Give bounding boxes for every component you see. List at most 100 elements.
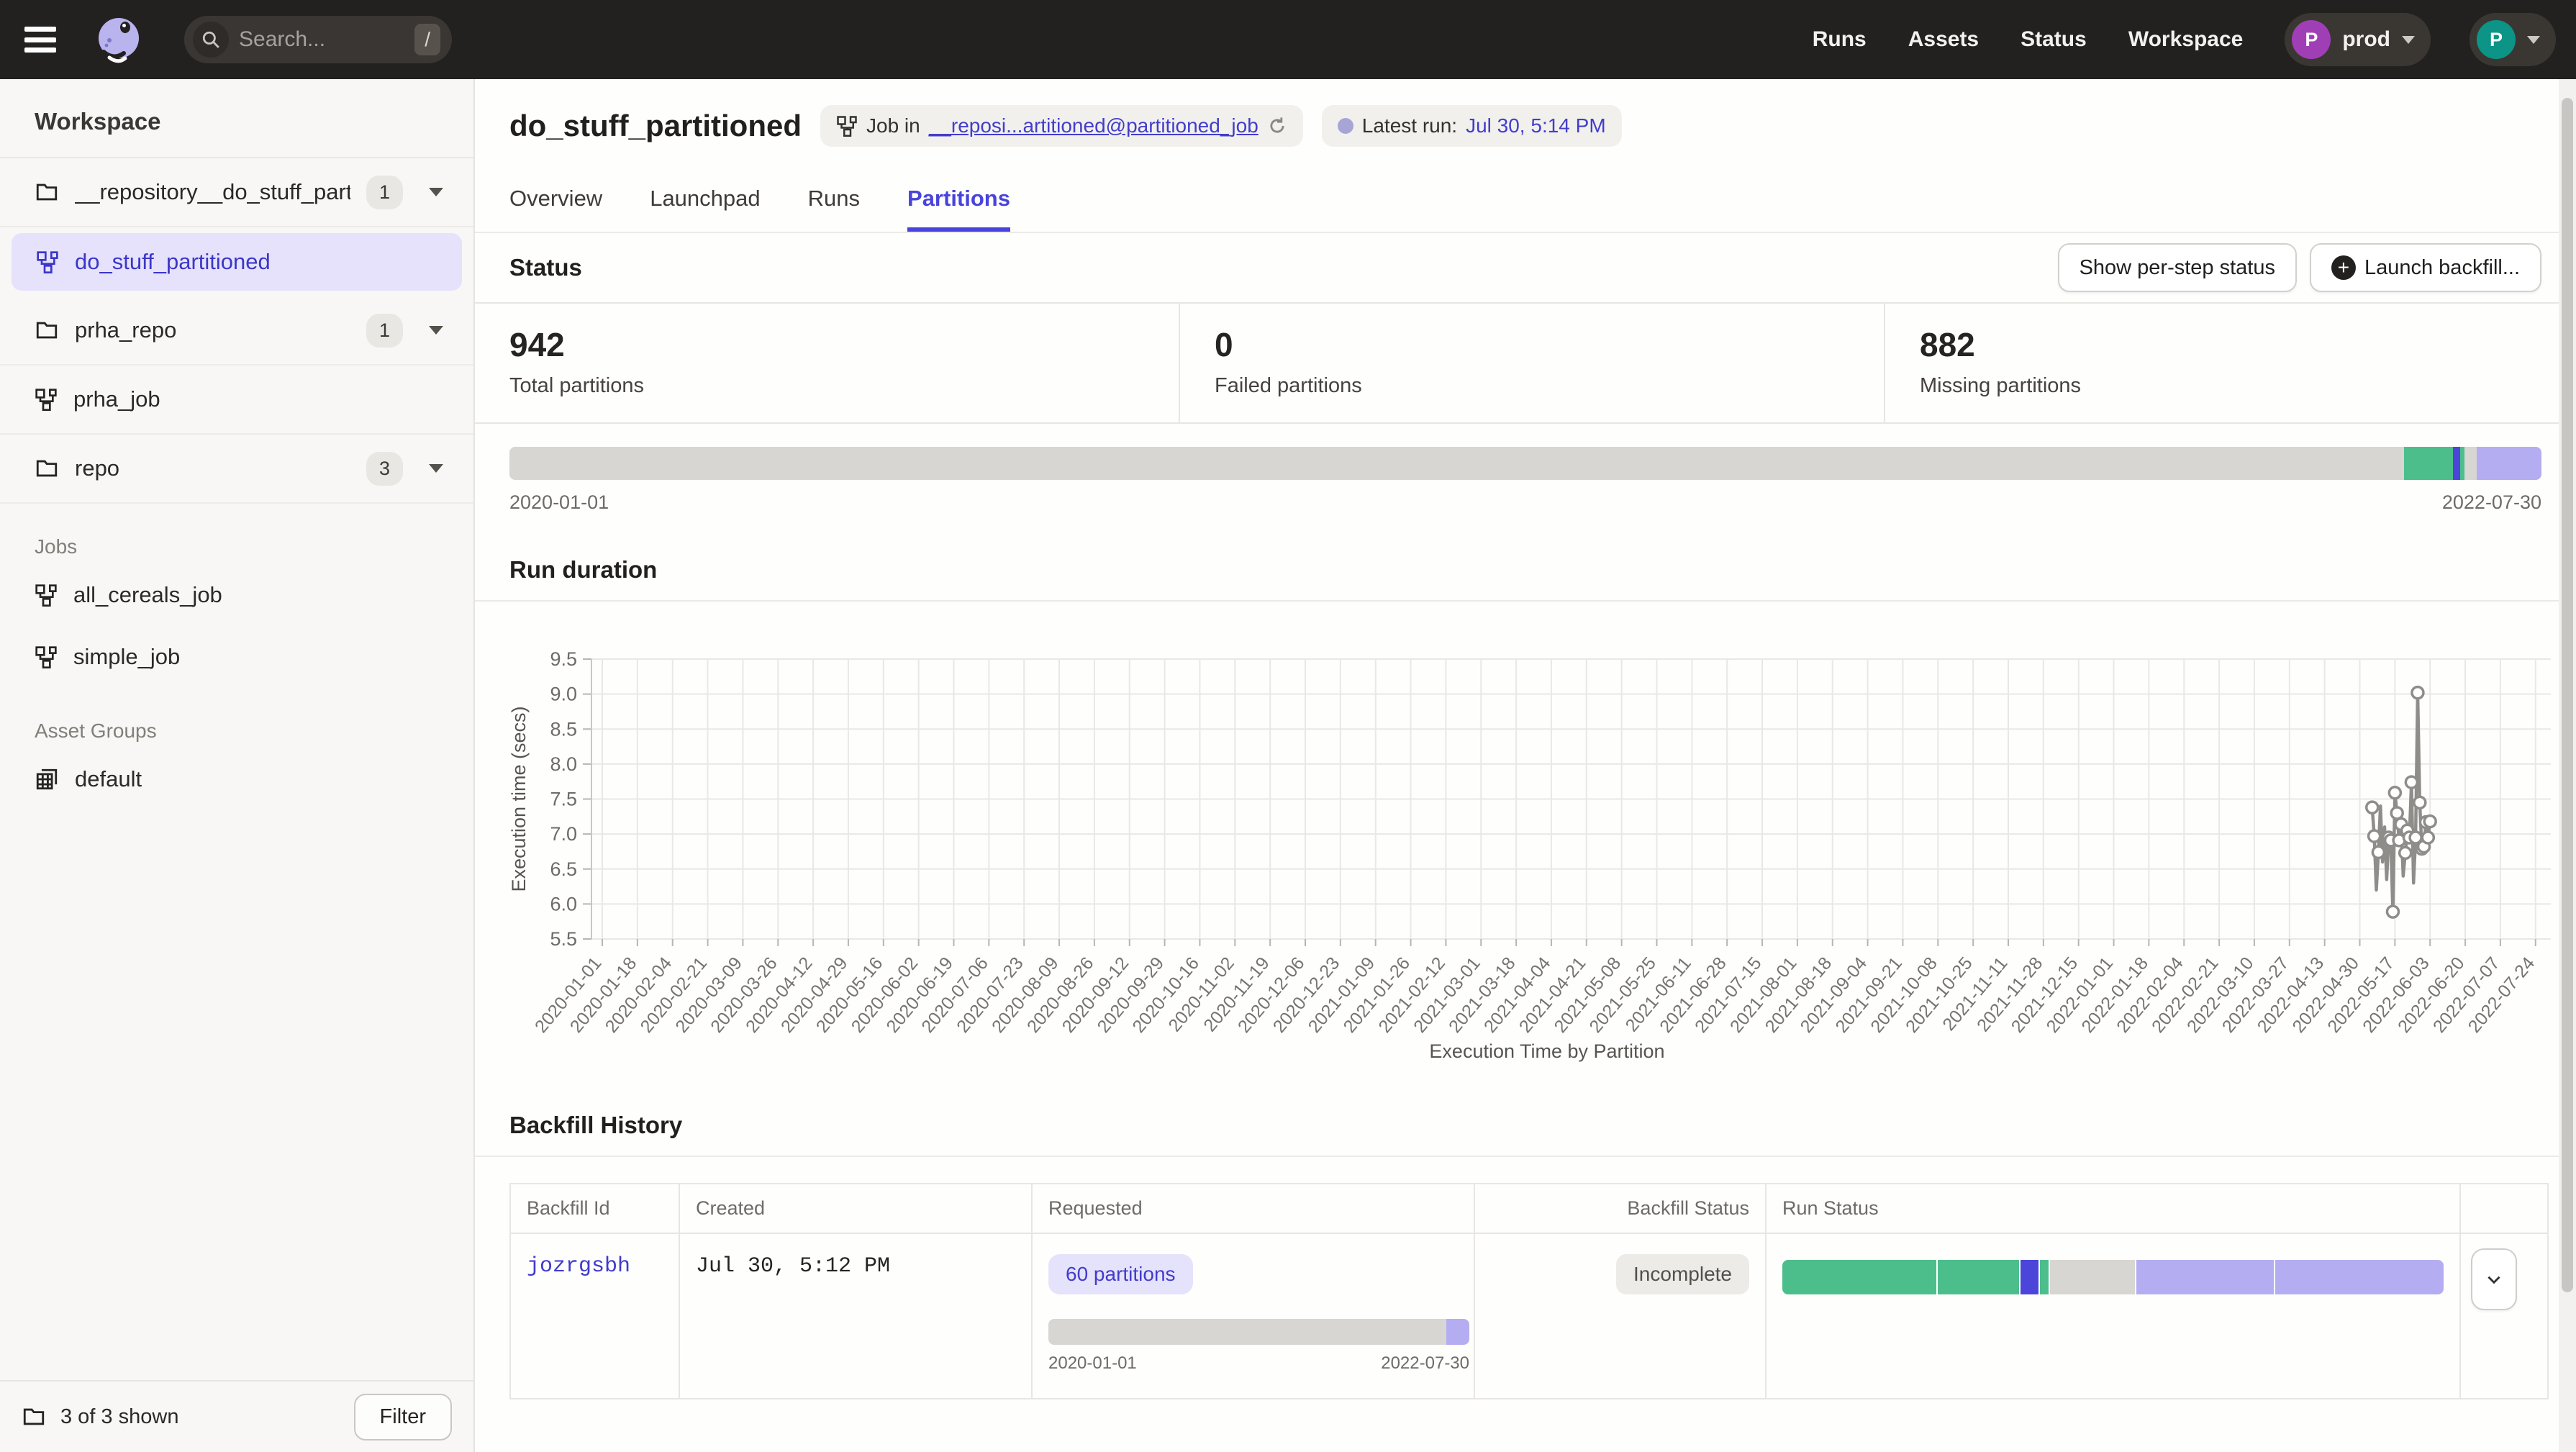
sidebar-item-repo[interactable]: repo 3: [0, 435, 473, 504]
top-nav-assets[interactable]: Assets: [1908, 27, 1979, 52]
main-content: do_stuff_partitioned Job in __reposi...a…: [475, 79, 2576, 1452]
svg-text:6.0: 6.0: [550, 893, 577, 915]
tab-partitions[interactable]: Partitions: [907, 186, 1010, 232]
bar-segment: [1048, 1319, 1446, 1345]
partition-range-end: 2022-07-30: [2442, 491, 2541, 514]
requested-partitions-pill[interactable]: 60 partitions: [1048, 1254, 1193, 1294]
svg-text:5.5: 5.5: [550, 928, 577, 950]
backfill-id-link[interactable]: jozrgsbh: [527, 1254, 630, 1279]
svg-text:9.0: 9.0: [550, 684, 577, 705]
top-nav-status[interactable]: Status: [2021, 27, 2087, 52]
sidebar-item-label: prha_repo: [75, 317, 350, 343]
execution-time-chart[interactable]: 5.56.06.57.07.58.08.59.09.52020-01-01202…: [504, 616, 2562, 1076]
sidebar-item-label: default: [75, 766, 142, 792]
show-per-step-status-button[interactable]: Show per-step status: [2058, 243, 2297, 292]
stat-value: 882: [1920, 325, 2541, 364]
svg-text:8.5: 8.5: [550, 718, 577, 740]
sidebar-item-label: repo: [75, 455, 350, 481]
latest-run-label: Latest run:: [1362, 114, 1457, 137]
user-menu[interactable]: P: [2470, 13, 2556, 66]
bar-segment: [2464, 447, 2477, 480]
job-tag-prefix: Job in: [866, 114, 920, 137]
column-header-run-status: Run Status: [1766, 1184, 2460, 1233]
deployment-avatar: P: [2292, 20, 2331, 59]
column-header-created: Created: [679, 1184, 1032, 1233]
sidebar-job-all_cereals_job[interactable]: all_cereals_job: [0, 564, 473, 626]
sidebar-asset-group-default[interactable]: default: [0, 748, 473, 810]
repo-count-badge: 1: [366, 314, 403, 348]
tab-bar: Overview Launchpad Runs Partitions: [509, 186, 2541, 232]
svg-text:8.0: 8.0: [550, 753, 577, 775]
chevron-down-icon[interactable]: [429, 464, 443, 473]
scrollbar-thumb[interactable]: [2562, 98, 2573, 1292]
repo-count-badge: 1: [366, 176, 403, 209]
run-duration-section-header: Run duration: [475, 540, 2576, 602]
svg-text:6.5: 6.5: [550, 858, 577, 880]
deployment-switcher[interactable]: P prod: [2285, 13, 2431, 66]
run-status-dot-icon: [1338, 118, 1353, 134]
top-nav-runs[interactable]: Runs: [1813, 27, 1867, 52]
chevron-down-icon[interactable]: [429, 326, 443, 335]
svg-text:7.5: 7.5: [550, 789, 577, 810]
backfill-history-table: Backfill IdCreatedRequestedBackfill Stat…: [509, 1183, 2549, 1399]
stat-total-partitions: 942 Total partitions: [475, 304, 1180, 422]
bar-segment: [1446, 1319, 1469, 1345]
requested-range-end: 2022-07-30: [1381, 1353, 1469, 1374]
job-icon: [36, 250, 59, 273]
search-placeholder: Search...: [239, 27, 404, 52]
page-header: do_stuff_partitioned Job in __reposi...a…: [475, 79, 2576, 233]
backfill-history-table-wrap: Backfill IdCreatedRequestedBackfill Stat…: [475, 1157, 2576, 1399]
partition-status-bar[interactable]: [509, 447, 2541, 480]
sidebar-item-prha-repo[interactable]: prha_repo 1: [0, 296, 473, 366]
folder-icon: [35, 456, 59, 481]
search-input[interactable]: Search... /: [184, 16, 452, 63]
sidebar-item-label: do_stuff_partitioned: [75, 249, 437, 275]
tab-runs[interactable]: Runs: [808, 186, 860, 232]
job-icon: [836, 115, 858, 137]
bar-segment: [2040, 1260, 2050, 1294]
repo-count-badge: 3: [366, 452, 403, 486]
sidebar-item-do-stuff-partitioned[interactable]: do_stuff_partitioned: [0, 227, 473, 296]
stat-label: Total partitions: [509, 374, 1144, 398]
refresh-icon[interactable]: [1267, 116, 1287, 136]
filter-button[interactable]: Filter: [354, 1394, 452, 1440]
svg-text:Execution Time by Partition: Execution Time by Partition: [1429, 1040, 1664, 1062]
sidebar-title: Workspace: [0, 79, 473, 157]
tab-launchpad[interactable]: Launchpad: [650, 186, 760, 232]
requested-range-start: 2020-01-01: [1048, 1353, 1137, 1374]
partition-range-start: 2020-01-01: [509, 491, 609, 514]
column-header-requested: Requested: [1032, 1184, 1474, 1233]
partition-stats: 942 Total partitions 0 Failed partitions 882…: [475, 302, 2576, 424]
stat-label: Failed partitions: [1215, 374, 1849, 398]
stat-value: 942: [509, 325, 1144, 364]
job-tag-link[interactable]: __reposi...artitioned@partitioned_job: [929, 114, 1258, 137]
dagster-logo-icon[interactable]: [94, 14, 144, 65]
deployment-name: prod: [2342, 27, 2390, 52]
bar-segment: [1782, 1260, 1938, 1294]
launch-backfill-button[interactable]: + Launch backfill...: [2310, 243, 2541, 292]
svg-text:9.5: 9.5: [550, 648, 577, 670]
sidebar-jobs-list: all_cereals_job simple_job: [0, 564, 473, 688]
run-status-bar[interactable]: [1782, 1260, 2444, 1294]
sidebar-item--repository-do-stuff-partitio-[interactable]: __repository__do_stuff_partitio... 1: [0, 158, 473, 227]
sidebar-item-prha-job[interactable]: prha_job: [0, 366, 473, 435]
stat-value: 0: [1215, 325, 1849, 364]
tab-overview[interactable]: Overview: [509, 186, 602, 232]
menu-icon[interactable]: [20, 25, 60, 54]
sidebar-job-simple_job[interactable]: simple_job: [0, 626, 473, 688]
sidebar-asset-groups-label: Asset Groups: [0, 688, 473, 748]
latest-run-time-link[interactable]: Jul 30, 5:14 PM: [1466, 114, 1606, 137]
column-header-backfill-id: Backfill Id: [510, 1184, 679, 1233]
sidebar-item-label: __repository__do_stuff_partitio...: [75, 179, 350, 205]
latest-run-tag: Latest run: Jul 30, 5:14 PM: [1322, 105, 1622, 147]
sidebar-item-label: prha_job: [73, 386, 453, 412]
chevron-down-icon[interactable]: [429, 188, 443, 196]
bar-segment: [509, 447, 2404, 480]
top-nav-links: Runs Assets Status Workspace: [1813, 27, 2244, 52]
expand-row-button[interactable]: [2471, 1248, 2517, 1310]
sidebar-item-label: all_cereals_job: [73, 582, 222, 608]
chevron-down-icon: [2485, 1270, 2503, 1289]
svg-text:Execution time (secs): Execution time (secs): [508, 706, 530, 891]
page-scrollbar[interactable]: [2559, 79, 2576, 1452]
top-nav-workspace[interactable]: Workspace: [2128, 27, 2244, 52]
